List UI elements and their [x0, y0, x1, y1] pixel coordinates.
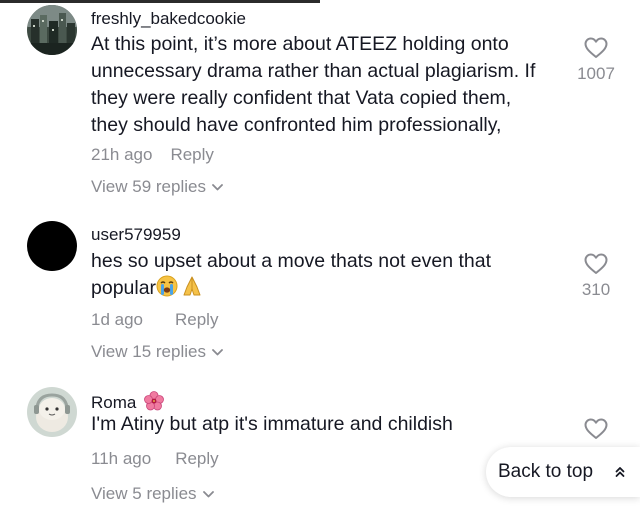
top-edge-bar — [0, 0, 320, 3]
double-chevron-up-icon — [615, 467, 625, 477]
view-replies-label: View 15 replies — [91, 342, 206, 361]
comment-text-line: hes so upset about a move thats not even… — [91, 250, 492, 272]
comment-text: hes so upset about a move thats not even… — [91, 248, 491, 305]
reply-button[interactable]: Reply — [175, 310, 218, 329]
avatar[interactable] — [27, 387, 77, 437]
folded-hands-emoji — [181, 275, 203, 305]
avatar[interactable] — [27, 5, 77, 55]
view-replies-label: View 5 replies — [91, 484, 197, 503]
like-button[interactable]: 310 — [566, 253, 626, 300]
comment-timestamp: 11h ago — [91, 449, 152, 468]
comment-text: I'm Atiny but atp it's immature and chil… — [91, 411, 453, 438]
chevron-down-icon — [212, 184, 223, 191]
comment-meta: 1d ago Reply — [91, 310, 218, 330]
view-replies-button[interactable]: View 5 replies — [91, 484, 214, 504]
comment-text-line: unnecessary drama rather than actual pla… — [91, 60, 536, 82]
heart-outline-icon — [584, 253, 608, 274]
comment-timestamp: 1d ago — [91, 310, 143, 329]
heart-outline-icon — [584, 418, 608, 439]
like-count: 310 — [581, 280, 611, 299]
comment-meta: 11h ago Reply — [91, 449, 219, 469]
comment-meta: 21h ago Reply — [91, 145, 214, 165]
character-avatar-image — [27, 387, 77, 437]
view-replies-button[interactable]: View 59 replies — [91, 177, 223, 197]
comment-text-line: they should have confronted him professi… — [91, 114, 502, 136]
chevron-down-icon — [212, 349, 223, 356]
comment-username[interactable]: freshly_bakedcookie — [91, 9, 246, 29]
view-replies-label: View 59 replies — [91, 177, 206, 196]
chevron-down-icon — [202, 491, 214, 498]
comment-text-line: they were really confident that Vata cop… — [91, 87, 512, 109]
loudly-crying-face-emoji — [156, 275, 178, 305]
back-to-top-button[interactable]: Back to top — [486, 447, 640, 497]
comment-text-line: I'm Atiny but atp it's immature and chil… — [91, 413, 453, 435]
comment-text-line: At this point, it’s more about ATEEZ hol… — [91, 33, 509, 55]
avatar[interactable] — [27, 221, 77, 271]
comment-text: At this point, it’s more about ATEEZ hol… — [91, 31, 535, 139]
back-to-top-label: Back to top — [498, 461, 594, 482]
view-replies-button[interactable]: View 15 replies — [91, 342, 223, 362]
heart-outline-icon — [584, 37, 608, 58]
comment-text-line: popular — [91, 277, 157, 299]
reply-button[interactable]: Reply — [170, 145, 213, 164]
comment-timestamp: 21h ago — [91, 145, 153, 164]
comment-username-label: Roma — [91, 393, 137, 412]
like-button[interactable] — [566, 418, 626, 440]
city-photo-avatar-image — [27, 5, 77, 55]
reply-button[interactable]: Reply — [175, 449, 218, 468]
comment-username[interactable]: user579959 — [91, 225, 181, 245]
like-count: 1007 — [577, 64, 615, 83]
like-button[interactable]: 1007 — [566, 37, 626, 84]
